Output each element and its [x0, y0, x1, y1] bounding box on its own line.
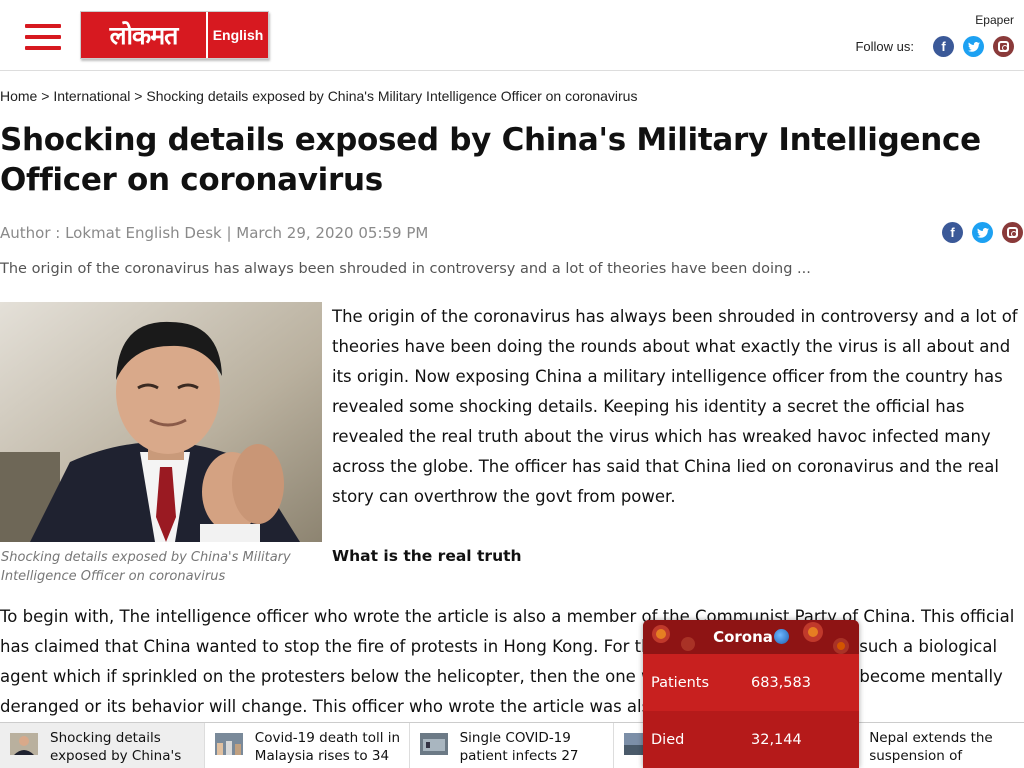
follow-label: Follow us:	[855, 39, 914, 54]
instagram-icon[interactable]	[993, 36, 1014, 57]
twitter-icon[interactable]	[963, 36, 984, 57]
site-logo[interactable]: लोकमत English	[80, 11, 269, 59]
breadcrumb-current: Shocking details exposed by China's Mili…	[146, 88, 638, 104]
patients-label: Patients	[651, 674, 710, 691]
instagram-icon[interactable]	[1002, 222, 1023, 243]
facebook-icon[interactable]: f	[933, 36, 954, 57]
died-value: 32,144	[751, 731, 802, 748]
logo-wordmark: लोकमत	[81, 12, 206, 58]
died-label: Died	[651, 731, 685, 748]
article-paragraph: The origin of the coronavirus has always…	[332, 307, 1018, 506]
twitter-icon[interactable]	[972, 222, 993, 243]
site-header: लोकमत English Epaper Follow us: f	[0, 0, 1024, 71]
article-image	[0, 302, 322, 542]
breadcrumb-separator: >	[130, 88, 147, 104]
article-title: Shocking details exposed by China's Mili…	[0, 122, 981, 198]
corona-widget-title: Corona	[713, 628, 789, 646]
image-caption: Shocking details exposed by China's Mili…	[1, 550, 291, 584]
menu-icon[interactable]	[25, 24, 61, 50]
breadcrumb: Home > International > Shocking details …	[0, 88, 637, 104]
breadcrumb-home[interactable]: Home	[0, 88, 37, 104]
patients-value: 683,583	[751, 674, 811, 691]
epaper-link[interactable]: Epaper	[975, 13, 1014, 27]
patients-row: Patients 683,583	[643, 654, 859, 711]
related-title: Shocking details exposed by China's	[50, 730, 182, 764]
corona-widget-header: Corona	[643, 620, 859, 654]
related-article[interactable]: Single COVID-19 patient infects 27	[410, 723, 615, 768]
globe-icon	[773, 629, 789, 644]
article-paragraph: To begin with, The intelligence officer …	[0, 607, 1015, 716]
logo-edition: English	[206, 12, 268, 58]
article-meta: Author : Lokmat English Desk | March 29,…	[0, 224, 429, 242]
corona-title-text: Corona	[713, 628, 773, 646]
breadcrumb-section[interactable]: International	[53, 88, 130, 104]
related-thumbnail	[419, 733, 448, 755]
facebook-icon[interactable]: f	[942, 222, 963, 243]
related-title: Single COVID-19 patient infects 27	[459, 730, 579, 764]
article-subheading: What is the real truth	[332, 547, 522, 565]
related-title: Covid-19 death toll in Malaysia rises to…	[254, 730, 401, 764]
related-articles-bar: Shocking details exposed by China's Covi…	[0, 722, 1024, 768]
corona-tracker-widget[interactable]: Corona Patients 683,583 Died 32,144	[643, 620, 859, 768]
breadcrumb-separator: >	[37, 88, 54, 104]
article-summary: The origin of the coronavirus has always…	[0, 261, 811, 277]
related-article[interactable]: Covid-19 death toll in Malaysia rises to…	[205, 723, 410, 768]
died-row: Died 32,144	[643, 711, 859, 768]
related-thumbnail	[214, 733, 243, 755]
share-buttons: f	[933, 222, 1023, 243]
related-article[interactable]: Shocking details exposed by China's	[0, 723, 205, 768]
follow-us: Follow us: f	[855, 36, 1014, 57]
related-title: Nepal extends the suspension of	[869, 730, 993, 764]
related-thumbnail	[10, 733, 38, 755]
